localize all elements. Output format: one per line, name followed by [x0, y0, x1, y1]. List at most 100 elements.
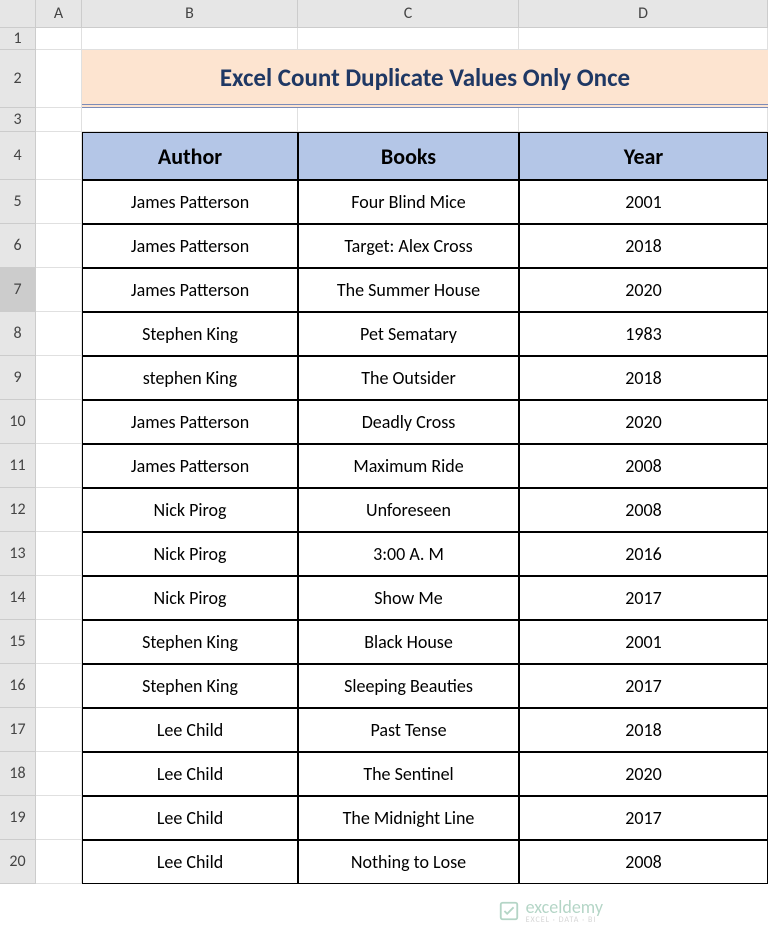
cell-a6[interactable] — [36, 224, 82, 268]
cell-year-15[interactable]: 2001 — [519, 620, 768, 664]
cell-a9[interactable] — [36, 356, 82, 400]
cell-year-11[interactable]: 2008 — [519, 444, 768, 488]
row-header-2[interactable]: 2 — [0, 50, 36, 108]
cell-book-18[interactable]: The Sentinel — [298, 752, 519, 796]
col-header-a[interactable]: A — [36, 0, 82, 27]
cell-book-10[interactable]: Deadly Cross — [298, 400, 519, 444]
cell-year-6[interactable]: 2018 — [519, 224, 768, 268]
cell-year-5[interactable]: 2001 — [519, 180, 768, 224]
cell-a13[interactable] — [36, 532, 82, 576]
row-header-18[interactable]: 18 — [0, 752, 36, 796]
cell-year-19[interactable]: 2017 — [519, 796, 768, 840]
cell-a17[interactable] — [36, 708, 82, 752]
cell-a5[interactable] — [36, 180, 82, 224]
row-header-1[interactable]: 1 — [0, 28, 36, 50]
cell-book-5[interactable]: Four Blind Mice — [298, 180, 519, 224]
row-header-5[interactable]: 5 — [0, 180, 36, 224]
cell-b1[interactable] — [82, 28, 298, 50]
header-author[interactable]: Author — [82, 132, 298, 180]
cell-book-8[interactable]: Pet Sematary — [298, 312, 519, 356]
cell-book-16[interactable]: Sleeping Beauties — [298, 664, 519, 708]
cell-year-7[interactable]: 2020 — [519, 268, 768, 312]
cell-book-19[interactable]: The Midnight Line — [298, 796, 519, 840]
cell-a3[interactable] — [36, 108, 82, 132]
cell-a19[interactable] — [36, 796, 82, 840]
cell-d3[interactable] — [519, 108, 768, 132]
cell-author-15[interactable]: Stephen King — [82, 620, 298, 664]
cell-a16[interactable] — [36, 664, 82, 708]
row-header-7[interactable]: 7 — [0, 268, 36, 312]
cell-author-20[interactable]: Lee Child — [82, 840, 298, 884]
row-header-20[interactable]: 20 — [0, 840, 36, 884]
row-header-15[interactable]: 15 — [0, 620, 36, 664]
cell-year-14[interactable]: 2017 — [519, 576, 768, 620]
row-header-19[interactable]: 19 — [0, 796, 36, 840]
col-header-d[interactable]: D — [519, 0, 768, 27]
cell-year-9[interactable]: 2018 — [519, 356, 768, 400]
cell-book-15[interactable]: Black House — [298, 620, 519, 664]
cell-b3[interactable] — [82, 108, 298, 132]
cell-a1[interactable] — [36, 28, 82, 50]
cell-author-14[interactable]: Nick Pirog — [82, 576, 298, 620]
cell-a20[interactable] — [36, 840, 82, 884]
cell-year-20[interactable]: 2008 — [519, 840, 768, 884]
cell-a7[interactable] — [36, 268, 82, 312]
cell-author-19[interactable]: Lee Child — [82, 796, 298, 840]
cell-a10[interactable] — [36, 400, 82, 444]
row-header-10[interactable]: 10 — [0, 400, 36, 444]
cell-d1[interactable] — [519, 28, 768, 50]
cell-a8[interactable] — [36, 312, 82, 356]
cell-book-7[interactable]: The Summer House — [298, 268, 519, 312]
cell-year-8[interactable]: 1983 — [519, 312, 768, 356]
cell-a4[interactable] — [36, 132, 82, 180]
row-header-12[interactable]: 12 — [0, 488, 36, 532]
cell-c1[interactable] — [298, 28, 519, 50]
cell-a14[interactable] — [36, 576, 82, 620]
cell-year-17[interactable]: 2018 — [519, 708, 768, 752]
select-all-corner[interactable] — [0, 0, 36, 27]
row-header-9[interactable]: 9 — [0, 356, 36, 400]
col-header-b[interactable]: B — [82, 0, 298, 27]
header-books[interactable]: Books — [298, 132, 519, 180]
cell-author-11[interactable]: James Patterson — [82, 444, 298, 488]
row-header-16[interactable]: 16 — [0, 664, 36, 708]
cell-book-20[interactable]: Nothing to Lose — [298, 840, 519, 884]
row-header-8[interactable]: 8 — [0, 312, 36, 356]
row-header-3[interactable]: 3 — [0, 108, 36, 132]
cell-author-9[interactable]: stephen King — [82, 356, 298, 400]
cell-c3[interactable] — [298, 108, 519, 132]
cell-book-12[interactable]: Unforeseen — [298, 488, 519, 532]
title-cell[interactable]: Excel Count Duplicate Values Only Once — [82, 50, 768, 108]
cell-a12[interactable] — [36, 488, 82, 532]
cell-author-12[interactable]: Nick Pirog — [82, 488, 298, 532]
cell-year-13[interactable]: 2016 — [519, 532, 768, 576]
cell-a11[interactable] — [36, 444, 82, 488]
col-header-c[interactable]: C — [298, 0, 519, 27]
cell-author-5[interactable]: James Patterson — [82, 180, 298, 224]
cell-year-18[interactable]: 2020 — [519, 752, 768, 796]
cell-author-10[interactable]: James Patterson — [82, 400, 298, 444]
row-header-11[interactable]: 11 — [0, 444, 36, 488]
cell-a2[interactable] — [36, 50, 82, 108]
row-header-4[interactable]: 4 — [0, 132, 36, 180]
cell-year-10[interactable]: 2020 — [519, 400, 768, 444]
cell-book-14[interactable]: Show Me — [298, 576, 519, 620]
cell-author-16[interactable]: Stephen King — [82, 664, 298, 708]
row-header-13[interactable]: 13 — [0, 532, 36, 576]
cell-book-17[interactable]: Past Tense — [298, 708, 519, 752]
cell-a15[interactable] — [36, 620, 82, 664]
row-header-17[interactable]: 17 — [0, 708, 36, 752]
cell-author-13[interactable]: Nick Pirog — [82, 532, 298, 576]
row-header-14[interactable]: 14 — [0, 576, 36, 620]
cell-a18[interactable] — [36, 752, 82, 796]
row-header-6[interactable]: 6 — [0, 224, 36, 268]
header-year[interactable]: Year — [519, 132, 768, 180]
cell-author-6[interactable]: James Patterson — [82, 224, 298, 268]
cell-year-12[interactable]: 2008 — [519, 488, 768, 532]
cell-author-8[interactable]: Stephen King — [82, 312, 298, 356]
cell-author-7[interactable]: James Patterson — [82, 268, 298, 312]
cell-book-9[interactable]: The Outsider — [298, 356, 519, 400]
cell-book-13[interactable]: 3:00 A. M — [298, 532, 519, 576]
cell-book-11[interactable]: Maximum Ride — [298, 444, 519, 488]
cell-author-17[interactable]: Lee Child — [82, 708, 298, 752]
